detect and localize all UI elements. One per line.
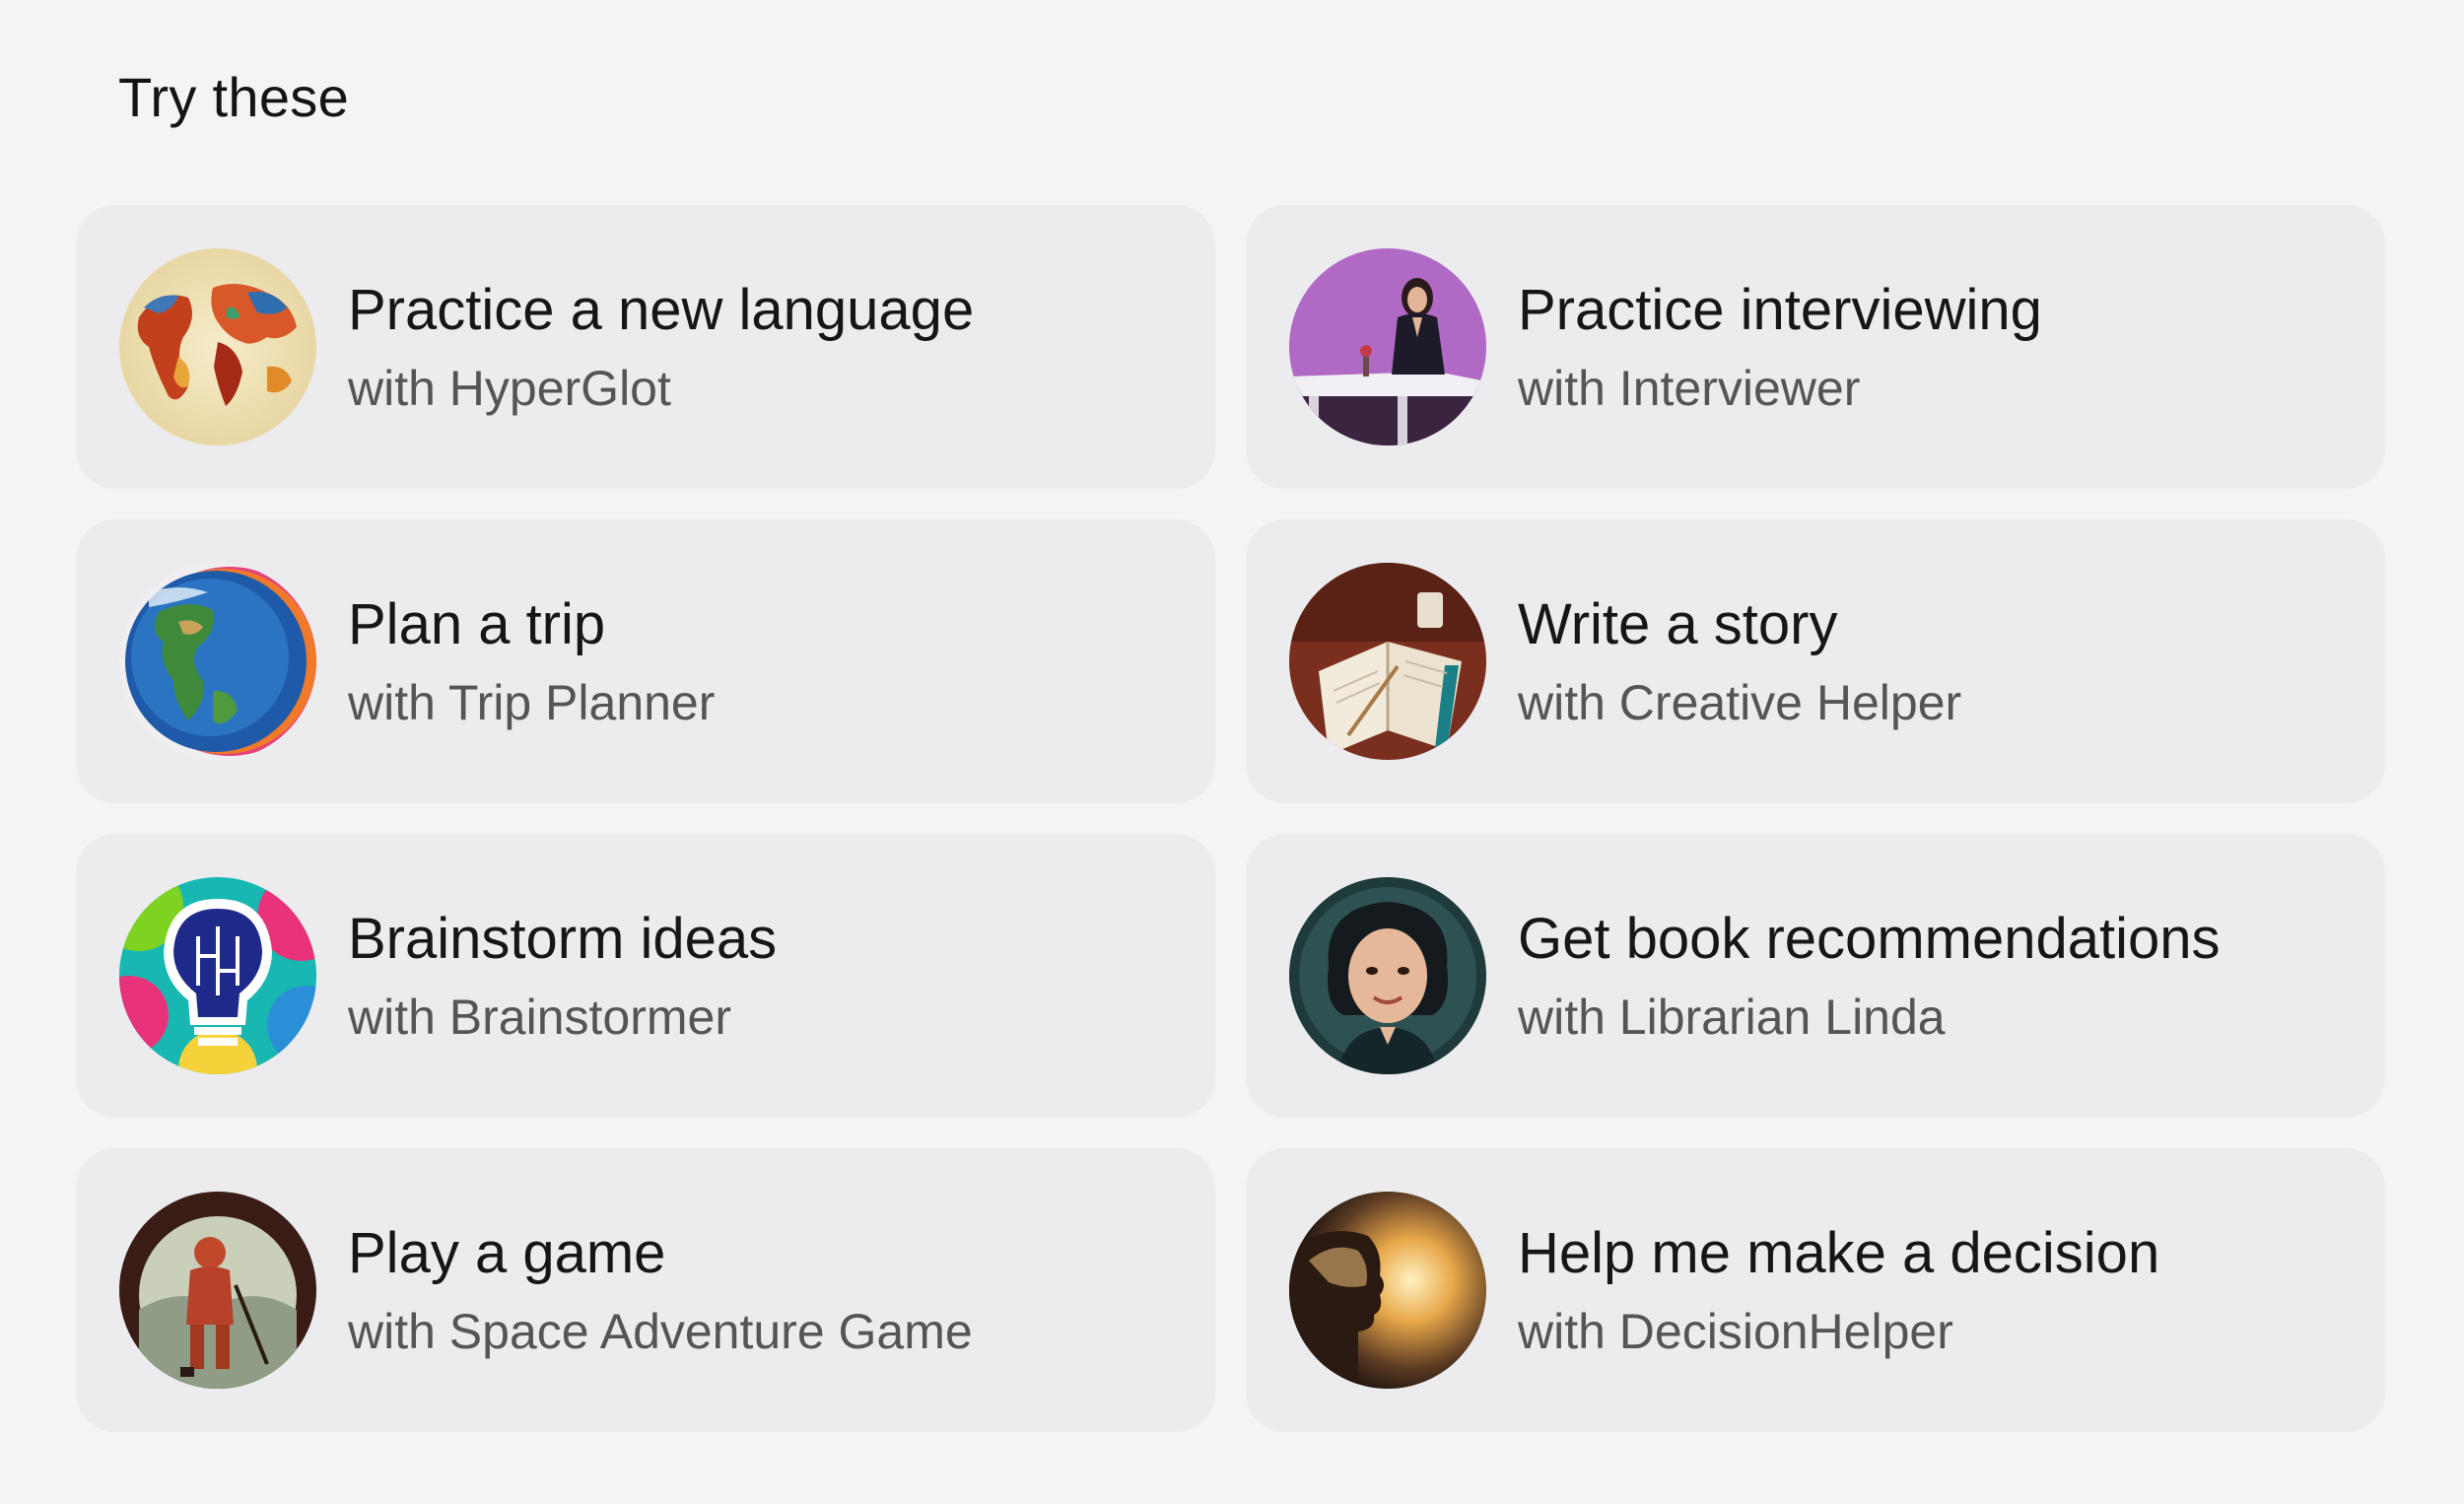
thinking-head-icon [1289, 1192, 1486, 1389]
suggestion-title: Practice interviewing [1518, 278, 2042, 342]
globe-icon [119, 563, 316, 760]
interviewer-icon [1289, 248, 1486, 445]
suggestion-card-interviewer[interactable]: Practice interviewing with Interviewer [1246, 205, 2385, 489]
suggestion-card-space-adventure-game[interactable]: Play a game with Space Adventure Game [76, 1148, 1215, 1432]
suggestion-subtitle: with HyperGlot [348, 361, 671, 416]
lightbulb-icon [119, 877, 316, 1074]
suggestion-card-creative-helper[interactable]: Write a story with Creative Helper [1246, 519, 2385, 803]
suggestion-subtitle: with Interviewer [1518, 361, 1861, 416]
suggestion-card-librarian-linda[interactable]: Get book recommendations with Librarian … [1246, 834, 2385, 1118]
suggestion-subtitle: with Brainstormer [348, 990, 731, 1045]
world-map-icon [119, 248, 316, 445]
suggestion-title: Practice a new language [348, 278, 975, 342]
suggestion-title: Help me make a decision [1518, 1221, 2160, 1285]
suggestion-title: Play a game [348, 1221, 666, 1285]
suggestion-title: Plan a trip [348, 592, 606, 656]
suggestion-subtitle: with Librarian Linda [1518, 990, 1946, 1045]
suggestion-grid: Practice a new language with HyperGlot P… [76, 205, 2385, 1432]
suggestion-title: Brainstorm ideas [348, 907, 778, 971]
try-these-panel: Try these Practice a new language with H… [0, 0, 2464, 1504]
open-book-icon [1289, 563, 1486, 760]
librarian-icon [1289, 877, 1486, 1074]
astronaut-icon [119, 1192, 316, 1389]
suggestion-text: Write a story with Creative Helper [1518, 589, 1961, 733]
suggestion-text: Brainstorm ideas with Brainstormer [348, 904, 777, 1048]
suggestion-card-brainstormer[interactable]: Brainstorm ideas with Brainstormer [76, 834, 1215, 1118]
suggestion-text: Practice interviewing with Interviewer [1518, 275, 2042, 419]
suggestion-card-hyperglot[interactable]: Practice a new language with HyperGlot [76, 205, 1215, 489]
suggestion-subtitle: with Trip Planner [348, 675, 716, 730]
suggestion-subtitle: with Space Adventure Game [348, 1304, 973, 1359]
suggestion-text: Play a game with Space Adventure Game [348, 1218, 973, 1362]
suggestion-card-trip-planner[interactable]: Plan a trip with Trip Planner [76, 519, 1215, 803]
suggestion-subtitle: with DecisionHelper [1518, 1304, 1953, 1359]
suggestion-subtitle: with Creative Helper [1518, 675, 1962, 730]
suggestion-title: Write a story [1518, 592, 1838, 656]
section-title: Try these [118, 66, 350, 128]
suggestion-text: Plan a trip with Trip Planner [348, 589, 715, 733]
suggestion-card-decision-helper[interactable]: Help me make a decision with DecisionHel… [1246, 1148, 2385, 1432]
suggestion-text: Practice a new language with HyperGlot [348, 275, 974, 419]
suggestion-text: Help me make a decision with DecisionHel… [1518, 1218, 2159, 1362]
suggestion-title: Get book recommendations [1518, 907, 2221, 971]
suggestion-text: Get book recommendations with Librarian … [1518, 904, 2220, 1048]
